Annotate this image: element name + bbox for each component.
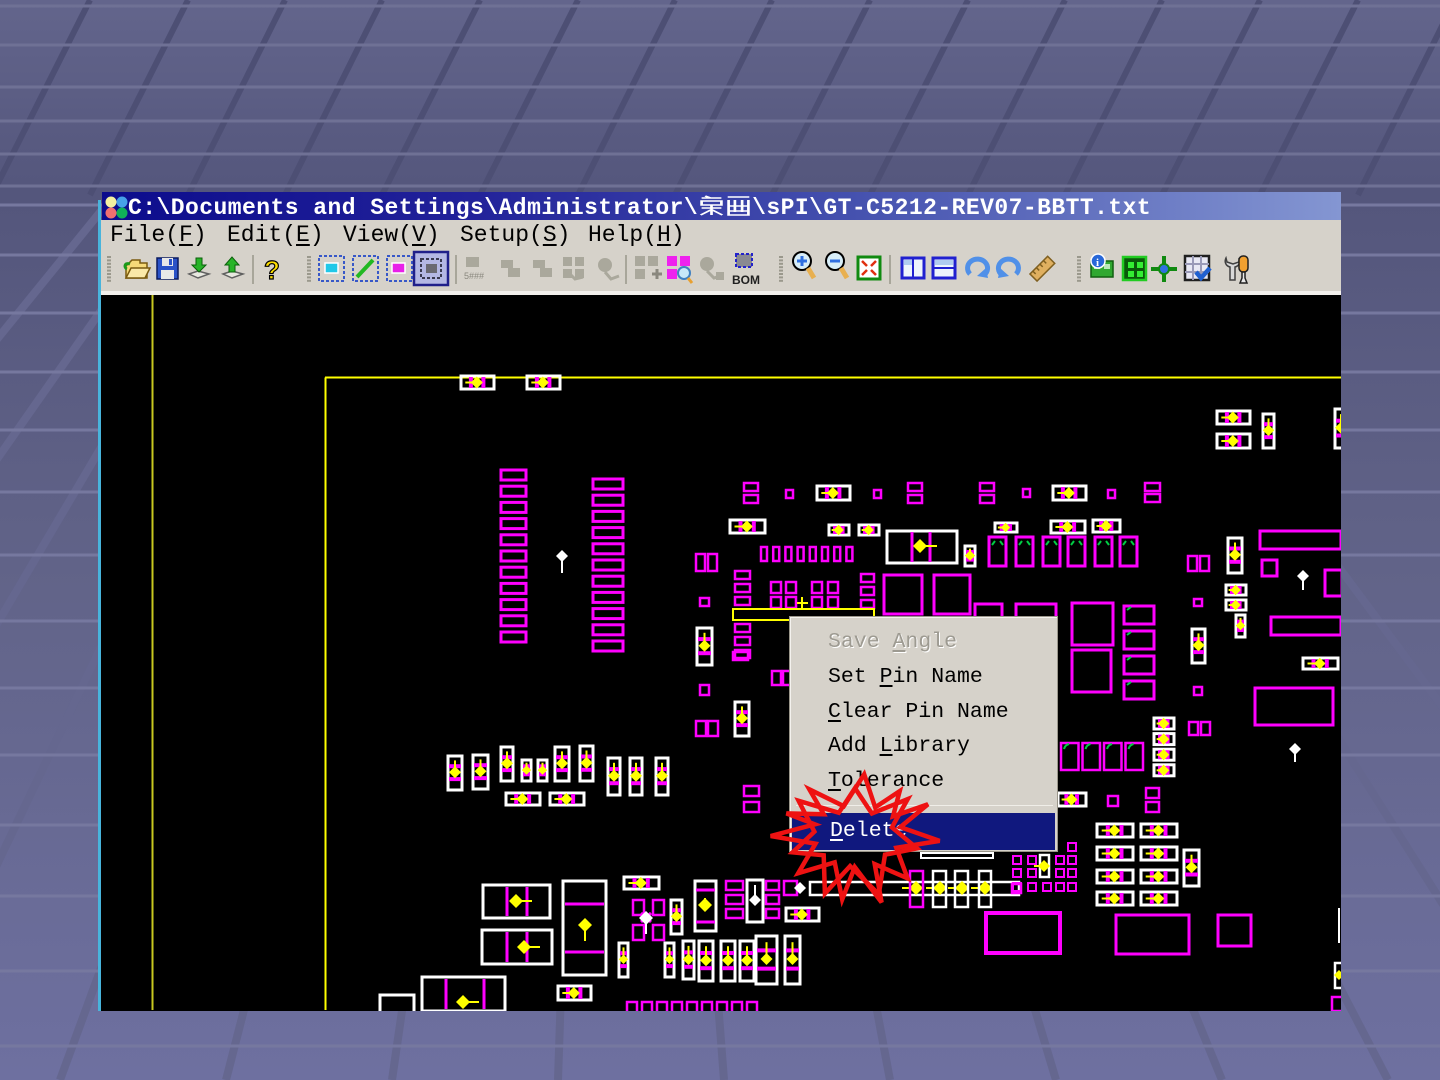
svg-text:BOM: BOM — [732, 273, 760, 287]
svg-text:5###: 5### — [464, 271, 484, 281]
svg-text:i: i — [1096, 257, 1099, 269]
svg-text:?: ? — [264, 255, 280, 285]
